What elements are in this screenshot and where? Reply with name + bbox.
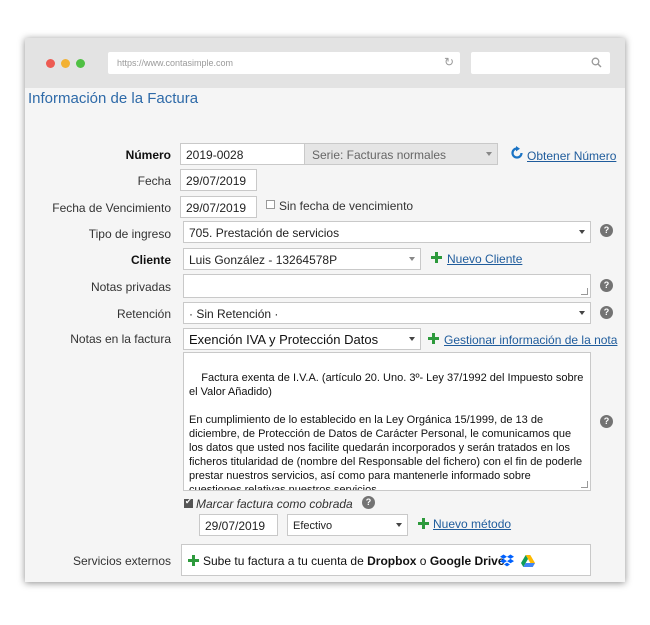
- address-url: https://www.contasimple.com: [117, 58, 234, 68]
- sin-vencimiento-label: Sin fecha de vencimiento: [279, 199, 414, 213]
- notas-factura-text: Factura exenta de I.V.A. (artículo 20. U…: [189, 372, 584, 491]
- close-window-button[interactable]: [46, 59, 55, 68]
- chevron-down-icon: [486, 152, 492, 156]
- numero-input[interactable]: 2019-0028: [180, 143, 305, 165]
- upload-prefix: Sube tu factura a tu cuenta de: [203, 554, 368, 568]
- help-icon[interactable]: ?: [600, 279, 613, 292]
- browser-window: https://www.contasimple.com ↻ Informació…: [25, 38, 625, 582]
- refresh-icon[interactable]: [510, 146, 524, 160]
- sin-vencimiento-checkbox[interactable]: [266, 200, 275, 209]
- cliente-select[interactable]: Luis González - 13264578P: [183, 248, 421, 270]
- maximize-window-button[interactable]: [76, 59, 85, 68]
- tipo-ingreso-value: 705. Prestación de servicios: [189, 226, 340, 240]
- nuevo-cliente-link[interactable]: Nuevo Cliente: [447, 252, 522, 266]
- upload-connector: o: [416, 554, 430, 568]
- browser-search-box[interactable]: [471, 52, 610, 74]
- upload-invoice-text[interactable]: Sube tu factura a tu cuenta de Dropbox o…: [203, 554, 505, 568]
- fecha-input[interactable]: 29/07/2019: [180, 169, 257, 191]
- chevron-down-icon: [409, 257, 415, 261]
- notas-factura-textarea[interactable]: Factura exenta de I.V.A. (artículo 20. U…: [183, 352, 591, 491]
- dropbox-label: Dropbox: [367, 554, 417, 568]
- tipo-ingreso-label: Tipo de ingreso: [88, 227, 171, 241]
- vencimiento-label: Fecha de Vencimiento: [52, 201, 171, 215]
- help-icon[interactable]: ?: [362, 496, 375, 509]
- obtener-numero-link[interactable]: Obtener Número: [527, 149, 616, 163]
- help-icon[interactable]: ?: [600, 306, 613, 319]
- chevron-down-icon: [579, 311, 585, 315]
- browser-titlebar: https://www.contasimple.com ↻: [25, 38, 625, 88]
- cliente-label: Cliente: [130, 253, 171, 267]
- numero-label: Número: [125, 148, 171, 162]
- page-title: Información de la Factura: [28, 90, 199, 107]
- resize-handle-icon[interactable]: [581, 288, 588, 295]
- address-bar[interactable]: https://www.contasimple.com ↻: [108, 52, 460, 74]
- dropbox-icon[interactable]: [500, 554, 514, 567]
- tipo-ingreso-select[interactable]: 705. Prestación de servicios: [183, 221, 591, 243]
- resize-handle-icon[interactable]: [581, 481, 588, 488]
- retencion-value: · Sin Retención ·: [189, 307, 279, 321]
- notas-factura-label: Notas en la factura: [70, 332, 171, 346]
- help-icon[interactable]: ?: [600, 224, 613, 237]
- chevron-down-icon: [579, 230, 585, 234]
- google-drive-label: Google Drive: [429, 554, 505, 568]
- fecha-label: Fecha: [137, 174, 171, 188]
- metodo-pago-value: Efectivo: [293, 520, 333, 532]
- plus-icon[interactable]: [417, 517, 430, 530]
- cobro-fecha-input[interactable]: 29/07/2019: [199, 514, 278, 536]
- plus-icon[interactable]: [430, 251, 443, 264]
- servicios-externos-box: Sube tu factura a tu cuenta de Dropbox o…: [181, 544, 591, 576]
- chevron-down-icon: [409, 337, 415, 341]
- notas-privadas-label: Notas privadas: [90, 280, 171, 294]
- retencion-label: Retención: [116, 307, 171, 321]
- reload-icon[interactable]: ↻: [444, 55, 454, 69]
- minimize-window-button[interactable]: [61, 59, 70, 68]
- serie-value: Serie: Facturas normales: [312, 148, 447, 162]
- plus-icon[interactable]: [187, 554, 200, 567]
- nuevo-metodo-link[interactable]: Nuevo método: [433, 517, 511, 531]
- notas-factura-select[interactable]: Exención IVA y Protección Datos: [183, 328, 421, 350]
- vencimiento-input[interactable]: 29/07/2019: [180, 196, 257, 218]
- search-icon: [591, 57, 602, 68]
- google-drive-icon[interactable]: [521, 555, 535, 567]
- servicios-externos-label: Servicios externos: [72, 554, 171, 568]
- cliente-value: Luis González - 13264578P: [189, 253, 338, 267]
- notas-factura-value: Exención IVA y Protección Datos: [189, 332, 379, 347]
- plus-icon[interactable]: [427, 332, 440, 345]
- cobrada-label: Marcar factura como cobrada: [196, 497, 353, 511]
- metodo-pago-select[interactable]: Efectivo: [287, 514, 408, 536]
- cobrada-checkbox[interactable]: [184, 497, 193, 508]
- notas-privadas-textarea[interactable]: [183, 274, 591, 298]
- serie-select[interactable]: Serie: Facturas normales: [304, 143, 498, 165]
- chevron-down-icon: [396, 523, 402, 527]
- help-icon[interactable]: ?: [600, 415, 613, 428]
- gestionar-nota-link[interactable]: Gestionar información de la nota: [444, 333, 617, 347]
- retencion-select[interactable]: · Sin Retención ·: [183, 302, 591, 324]
